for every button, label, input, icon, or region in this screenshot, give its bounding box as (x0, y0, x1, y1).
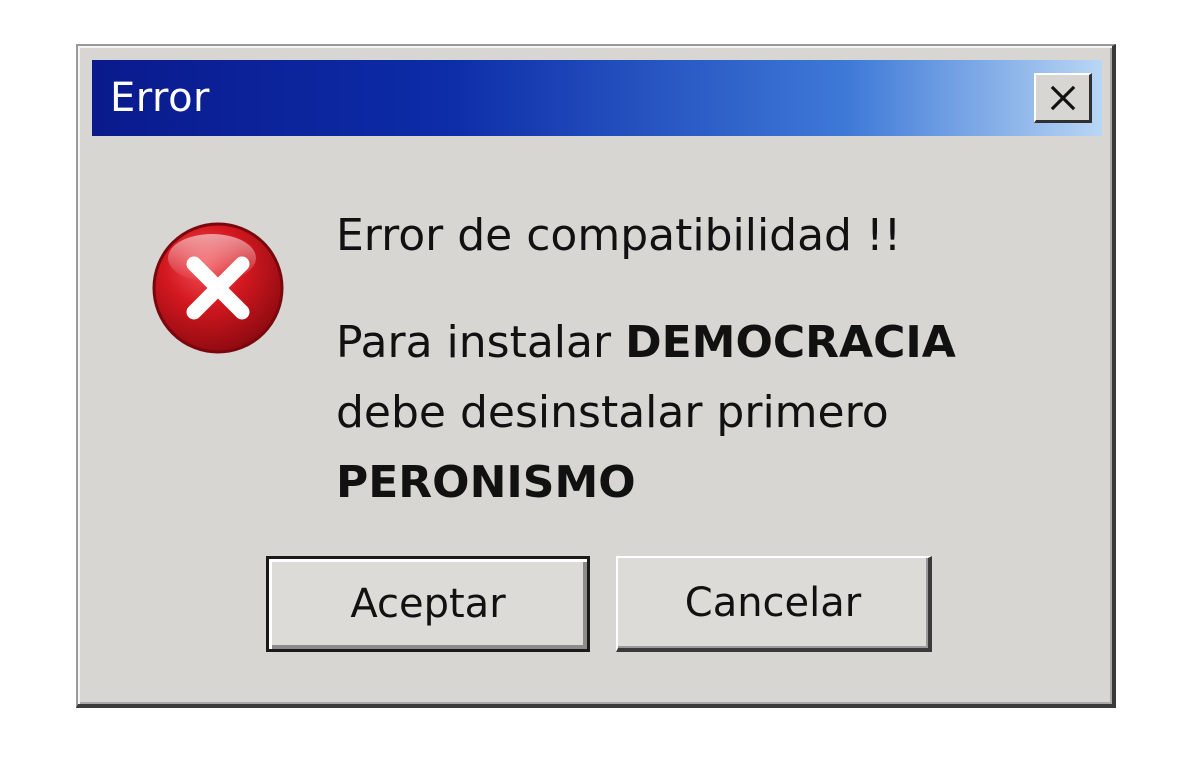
message-peronismo: PERONISMO (336, 457, 636, 508)
message-line-2: debe desinstalar primero (336, 387, 889, 438)
error-message: Para instalar DEMOCRACIA debe desinstala… (336, 308, 956, 518)
error-dialog: Error Error de compatibilidad !! Para in… (76, 44, 1116, 708)
cancel-button[interactable]: Cancelar (616, 556, 932, 652)
window-title: Error (110, 75, 210, 121)
message-line-1-prefix: Para instalar (336, 317, 626, 368)
message-democracia: DEMOCRACIA (625, 317, 956, 368)
accept-button[interactable]: Aceptar (266, 556, 590, 652)
error-icon (150, 220, 286, 356)
close-button[interactable] (1034, 73, 1092, 123)
error-headline: Error de compatibilidad !! (336, 210, 902, 261)
message-line-1: Para instalar DEMOCRACIA (336, 308, 956, 378)
close-icon (1048, 83, 1078, 113)
title-bar[interactable]: Error (92, 60, 1102, 136)
message-line-3: PERONISMO (336, 448, 956, 518)
